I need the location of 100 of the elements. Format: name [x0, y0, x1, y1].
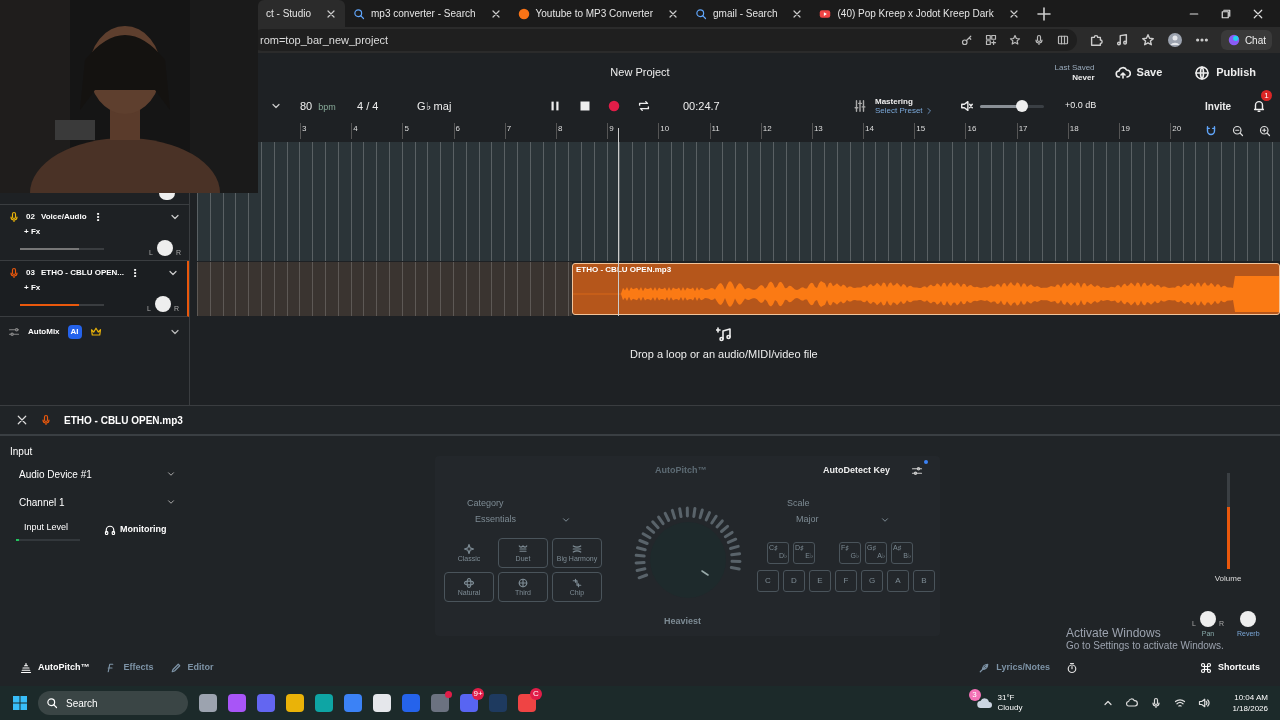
- audio-device-dropdown[interactable]: Audio Device #1: [10, 461, 180, 487]
- key-signature[interactable]: G♭ maj: [417, 97, 452, 115]
- publish-button[interactable]: Publish: [1194, 64, 1256, 81]
- shortcuts-button[interactable]: Shortcuts: [1200, 661, 1260, 675]
- app-icon[interactable]: [257, 694, 275, 712]
- sliders-icon[interactable]: [8, 326, 20, 338]
- add-effects-button[interactable]: + Fx: [24, 226, 181, 238]
- panel-tab[interactable]: Editor: [169, 661, 214, 675]
- preset-link[interactable]: Select Preset: [875, 106, 923, 115]
- invite-button[interactable]: Invite: [1205, 98, 1232, 114]
- browser-tab[interactable]: gmail - Search: [687, 0, 812, 27]
- app-icon[interactable]: [518, 694, 536, 712]
- feather-icon: [978, 662, 991, 674]
- preset-icon: [463, 543, 475, 555]
- apps-icon[interactable]: [984, 34, 997, 46]
- note-key[interactable]: G: [861, 570, 883, 592]
- app-icon[interactable]: [315, 694, 333, 712]
- browser-tab[interactable]: (40) Pop Kreep x Jodot Kreep Dark: [811, 0, 1028, 27]
- microphone-icon[interactable]: [1150, 697, 1163, 709]
- puzzle-icon[interactable]: [1088, 33, 1103, 47]
- tempo-value[interactable]: 80: [300, 97, 313, 115]
- speaker-icon[interactable]: [1198, 697, 1211, 709]
- zoom-out-icon[interactable]: [1232, 125, 1244, 137]
- preset-icon: [571, 543, 583, 555]
- pan-knob[interactable]: [159, 193, 175, 200]
- favorites-icon[interactable]: [1140, 33, 1155, 47]
- star-icon[interactable]: [1008, 34, 1021, 46]
- save-button[interactable]: Save: [1114, 64, 1163, 81]
- key-icon[interactable]: [960, 34, 973, 46]
- browser-tab[interactable]: ct - Studio: [258, 0, 346, 27]
- track-title: ETHO - CBLU OPEN.mp3: [64, 413, 183, 428]
- note-key[interactable]: B: [913, 570, 935, 592]
- panel-tab[interactable]: Effects: [105, 661, 154, 675]
- music-icon[interactable]: [1114, 33, 1129, 47]
- scale-label: Scale: [787, 497, 810, 510]
- autodetect-key-label[interactable]: AutoDetect Key: [823, 464, 890, 478]
- bar-number: 6: [454, 123, 460, 135]
- chevron-down-icon: [880, 515, 890, 525]
- monitoring-button[interactable]: Monitoring: [104, 523, 167, 537]
- chat-button[interactable]: Chat: [1220, 30, 1272, 50]
- pan-knob[interactable]: [1200, 611, 1216, 627]
- browser-tab[interactable]: Youtube to MP3 Converter: [509, 0, 687, 27]
- gain-readout: +0.0 dB: [1065, 99, 1097, 113]
- pan-knob[interactable]: [157, 240, 173, 256]
- bar-number: 7: [505, 123, 512, 135]
- bar-number: 13: [812, 123, 823, 135]
- app-icon[interactable]: [286, 694, 304, 712]
- windows-start-icon[interactable]: [12, 695, 28, 711]
- sliders-icon[interactable]: [853, 99, 867, 113]
- lyrics-notes-button[interactable]: Lyrics/Notes: [978, 661, 1050, 675]
- track-name[interactable]: ETHO - CBLU OPEN...: [40, 267, 125, 279]
- note-key[interactable]: C: [757, 570, 779, 592]
- channel-dropdown[interactable]: Channel 1: [10, 489, 180, 515]
- stop-button[interactable]: [579, 100, 591, 112]
- volume-label: Volume: [1214, 573, 1242, 585]
- microphone-icon[interactable]: [1032, 34, 1045, 46]
- app-icon[interactable]: [199, 694, 217, 712]
- bell-icon[interactable]: [1252, 99, 1266, 113]
- microphone-icon: [8, 211, 20, 223]
- record-button[interactable]: [607, 99, 621, 113]
- weather-condition: Cloudy: [997, 703, 1023, 713]
- input-heading: Input: [10, 445, 34, 459]
- loop-button[interactable]: [637, 99, 651, 113]
- volume-fader[interactable]: [1226, 506, 1230, 569]
- app-icon[interactable]: [373, 694, 391, 712]
- wifi-icon[interactable]: [1174, 697, 1187, 709]
- scale-dropdown[interactable]: Major: [796, 512, 890, 528]
- track-name[interactable]: Voice/Audio: [40, 211, 87, 223]
- tempo-unit: bpm: [318, 100, 336, 114]
- panel-tab[interactable]: AutoPitch™: [20, 661, 90, 675]
- app-icon[interactable]: [344, 694, 362, 712]
- slider-thumb[interactable]: [1015, 100, 1028, 112]
- zoom-in-icon[interactable]: [1259, 125, 1271, 137]
- close-icon[interactable]: [1252, 7, 1264, 20]
- browser-tab[interactable]: mp3 converter - Search: [345, 0, 510, 27]
- add-effects-button[interactable]: + Fx: [24, 282, 179, 294]
- notification-badge: 9+: [472, 688, 484, 700]
- taskbar-search[interactable]: Search: [38, 691, 188, 715]
- restore-icon[interactable]: [1220, 7, 1232, 20]
- speaker-icon[interactable]: [960, 99, 974, 113]
- pan-knob[interactable]: [155, 296, 171, 312]
- volume-slider[interactable]: [980, 100, 1044, 112]
- note-key[interactable]: D: [783, 570, 805, 592]
- category-dropdown[interactable]: Essentials: [475, 512, 571, 528]
- app-icon[interactable]: [228, 694, 246, 712]
- close-icon[interactable]: [16, 414, 28, 426]
- avatar-icon[interactable]: [1166, 32, 1183, 48]
- note-key[interactable]: E: [809, 570, 831, 592]
- bar-number: 20: [1171, 123, 1182, 135]
- reverb-knob[interactable]: [1240, 611, 1257, 627]
- note-key[interactable]: A: [887, 570, 909, 592]
- notification-badge: 1: [1261, 90, 1272, 101]
- time-signature[interactable]: 4 / 4: [357, 97, 379, 115]
- new-tab-icon[interactable]: [1035, 5, 1052, 22]
- note-key[interactable]: F: [835, 570, 857, 592]
- bar-number: 12: [761, 123, 772, 135]
- magnet-icon[interactable]: [1204, 124, 1218, 138]
- timer-icon[interactable]: [1066, 662, 1078, 674]
- cloud-icon[interactable]: [1126, 697, 1139, 709]
- sliders-icon[interactable]: [911, 465, 923, 477]
